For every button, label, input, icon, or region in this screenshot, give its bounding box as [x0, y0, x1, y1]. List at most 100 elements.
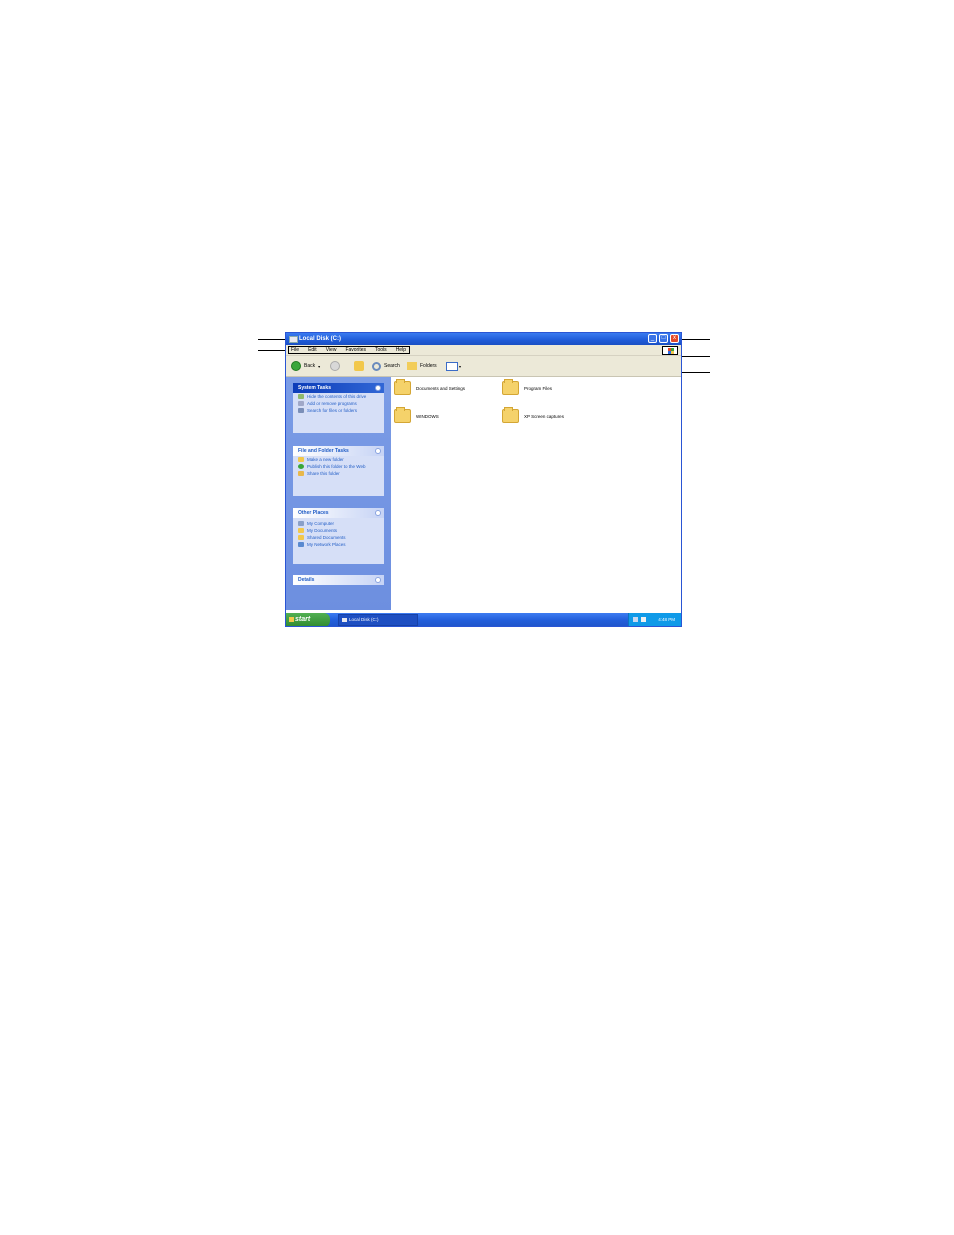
file-folder-tasks-title: File and Folder Tasks — [298, 448, 349, 454]
new-folder-icon — [298, 457, 304, 462]
folders-label: Folders — [420, 363, 437, 369]
folder-icon — [502, 379, 519, 395]
globe-icon — [298, 464, 304, 469]
menu-help[interactable]: Help — [396, 347, 406, 353]
menu-tools[interactable]: Tools — [375, 347, 387, 353]
place-label: My Computer — [307, 521, 335, 526]
minimize-button[interactable]: _ — [648, 334, 657, 343]
programs-icon — [298, 401, 304, 406]
file-folder-tasks-header[interactable]: File and Folder Tasks — [293, 446, 384, 456]
task-label: Add or remove programs — [307, 401, 357, 406]
menu-box: File Edit View Favorites Tools Help — [288, 346, 410, 354]
menu-file[interactable]: File — [291, 347, 299, 353]
place-label: My Network Places — [307, 542, 346, 547]
maximize-button[interactable]: □ — [659, 334, 668, 343]
back-label: Back — [304, 363, 316, 369]
taskbar-window-label: Local Disk (C:) — [349, 617, 379, 622]
folders-icon — [407, 362, 417, 370]
collapse-icon[interactable] — [375, 448, 381, 454]
menu-view[interactable]: View — [326, 347, 337, 353]
explorer-window: Local Disk (C:) _ □ x File Edit View Fav… — [285, 332, 682, 627]
window-title: Local Disk (C:) — [299, 336, 342, 342]
task-share-folder[interactable]: Share this folder — [293, 470, 384, 477]
collapse-icon[interactable] — [375, 385, 381, 391]
search-icon — [372, 361, 381, 371]
menu-edit[interactable]: Edit — [308, 347, 317, 353]
forward-arrow-icon — [330, 361, 340, 371]
place-label: Shared Documents — [307, 535, 346, 540]
folder-label: Program Files — [524, 385, 553, 391]
system-tray: 4:48 PM — [628, 613, 681, 626]
collapse-icon[interactable] — [375, 510, 381, 516]
task-hide-contents[interactable]: Hide the contents of this drive — [293, 393, 384, 400]
taskbar-window-button[interactable]: Local Disk (C:) — [338, 614, 418, 626]
up-button[interactable] — [354, 360, 364, 372]
drive-icon — [342, 618, 347, 622]
system-tasks-panel: System Tasks Hide the contents of this d… — [293, 383, 384, 433]
callout-line-title — [258, 339, 288, 340]
forward-button[interactable] — [330, 360, 340, 372]
folder-label: Documents and Settings — [416, 385, 466, 391]
task-add-remove-programs[interactable]: Add or remove programs — [293, 400, 384, 407]
task-publish-web[interactable]: Publish this folder to the Web — [293, 463, 384, 470]
system-tasks-header[interactable]: System Tasks — [293, 383, 384, 393]
search-files-icon — [298, 408, 304, 413]
folder-item[interactable]: Program Files — [502, 379, 553, 395]
other-places-title: Other Places — [298, 510, 329, 516]
details-header[interactable]: Details — [293, 575, 384, 585]
task-search-files[interactable]: Search for files or folders — [293, 407, 384, 414]
views-button[interactable]: ▾ — [446, 360, 461, 372]
start-button[interactable]: start — [286, 613, 330, 626]
search-label: Search — [384, 363, 400, 369]
folder-icon — [394, 379, 411, 395]
folder-item[interactable]: WINDOWS — [394, 407, 439, 423]
task-label: Hide the contents of this drive — [307, 394, 367, 399]
volume-tray-icon[interactable] — [641, 617, 646, 622]
task-pane: System Tasks Hide the contents of this d… — [286, 377, 391, 610]
other-places-header[interactable]: Other Places — [293, 508, 384, 518]
folder-label: WINDOWS — [416, 413, 439, 419]
computer-icon — [298, 521, 304, 526]
taskbar: start Local Disk (C:) 4:48 PM — [286, 613, 681, 626]
close-button[interactable]: x — [670, 334, 679, 343]
windows-logo-icon — [662, 346, 678, 355]
folder-icon — [394, 407, 411, 423]
expand-icon[interactable] — [375, 577, 381, 583]
other-places-panel: Other Places My Computer My Documents Sh… — [293, 508, 384, 564]
place-shared-documents[interactable]: Shared Documents — [293, 534, 384, 541]
folder-item[interactable]: XP Screen captures — [502, 407, 564, 423]
task-label: Make a new folder — [307, 457, 344, 462]
folder-item[interactable]: Documents and Settings — [394, 379, 466, 395]
place-label: My Documents — [307, 528, 338, 533]
back-dropdown-icon[interactable]: ▾ — [318, 364, 320, 369]
details-title: Details — [298, 577, 315, 583]
menu-favorites[interactable]: Favorites — [345, 347, 366, 353]
drive-icon — [289, 336, 298, 343]
task-label: Search for files or folders — [307, 408, 358, 413]
system-tasks-title: System Tasks — [298, 385, 331, 391]
search-button[interactable]: Search — [372, 360, 400, 372]
network-tray-icon[interactable] — [633, 617, 638, 622]
hide-drive-icon — [298, 394, 304, 399]
task-label: Share this folder — [307, 471, 340, 476]
back-button[interactable]: Back ▾ — [291, 360, 320, 372]
clock: 4:48 PM — [658, 617, 675, 622]
folder-up-icon — [354, 361, 364, 371]
place-my-documents[interactable]: My Documents — [293, 527, 384, 534]
share-folder-icon — [298, 471, 304, 476]
windows-flag-icon — [289, 617, 294, 622]
documents-folder-icon — [298, 528, 304, 533]
task-new-folder[interactable]: Make a new folder — [293, 456, 384, 463]
title-bar[interactable]: Local Disk (C:) _ □ x — [286, 333, 681, 345]
menu-bar: File Edit View Favorites Tools Help — [286, 345, 681, 356]
folders-button[interactable]: Folders — [407, 360, 437, 372]
details-panel: Details — [293, 575, 384, 585]
network-icon — [298, 542, 304, 547]
views-dropdown-icon: ▾ — [459, 363, 462, 369]
start-label: start — [295, 616, 311, 623]
place-my-computer[interactable]: My Computer — [293, 520, 384, 527]
task-label: Publish this folder to the Web — [307, 464, 366, 469]
toolbar: Back ▾ Search Folders ▾ — [286, 356, 681, 377]
place-my-network-places[interactable]: My Network Places — [293, 541, 384, 548]
callout-line-close — [680, 339, 710, 340]
